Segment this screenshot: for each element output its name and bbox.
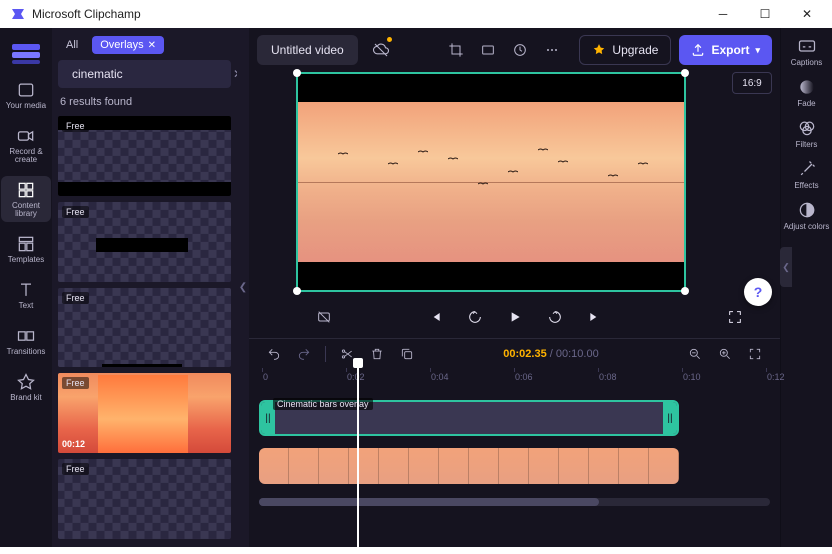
playhead[interactable] [357, 364, 359, 554]
more-options-icon[interactable] [537, 35, 567, 65]
right-sidebar: Captions Fade Filters Effects Adjust col… [780, 28, 832, 547]
window-close-button[interactable]: ✕ [786, 0, 828, 28]
video-clip[interactable] [259, 448, 679, 484]
overlay-card[interactable]: Free [58, 459, 231, 539]
nav-brand-kit[interactable]: Brand kit [1, 368, 51, 406]
content-library-panel: All Overlays ✕ ✕ 6 results found Free Fr… [52, 28, 237, 547]
right-panel-collapse[interactable]: ❮ [780, 247, 792, 287]
forward-5-button[interactable] [540, 302, 570, 332]
help-button[interactable]: ? [744, 278, 772, 306]
skip-back-button[interactable] [420, 302, 450, 332]
fit-icon[interactable] [473, 35, 503, 65]
editor-topbar: Untitled video Upgrade Export ▾ [249, 28, 780, 72]
app-home-icon[interactable] [6, 36, 46, 68]
rewind-5-button[interactable] [460, 302, 490, 332]
nav-filters[interactable]: Filters [782, 118, 832, 149]
window-title: Microsoft Clipchamp [32, 7, 141, 21]
overlay-card[interactable]: Free [58, 288, 231, 368]
editor-area: Untitled video Upgrade Export ▾ [249, 28, 780, 547]
nav-text[interactable]: Text [1, 276, 51, 314]
timecode-display: 00:02.35 / 00:10.00 [422, 348, 680, 360]
nav-templates[interactable]: Templates [1, 230, 51, 268]
nav-fade[interactable]: Fade [782, 77, 832, 108]
aspect-ratio-button[interactable]: 16:9 [732, 72, 772, 94]
pip-icon[interactable] [505, 35, 535, 65]
timeline-scrollbar[interactable] [259, 498, 770, 506]
panel-collapse-handle[interactable]: ❮ [237, 28, 249, 547]
chevron-down-icon: ▾ [755, 45, 760, 56]
delete-button[interactable] [362, 339, 392, 369]
player-controls: ? [249, 292, 780, 338]
duplicate-button[interactable] [392, 339, 422, 369]
clip-trim-right[interactable]: || [663, 402, 677, 434]
filter-tab-overlays[interactable]: Overlays ✕ [92, 36, 164, 54]
results-count: 6 results found [58, 94, 231, 110]
timeline-ruler[interactable]: 0 0:02 0:04 0:06 0:08 0:10 0:12 [249, 368, 780, 388]
nav-effects[interactable]: Effects [782, 159, 832, 190]
cloud-sync-icon[interactable] [366, 35, 396, 65]
resize-handle[interactable] [681, 69, 689, 77]
play-button[interactable] [500, 302, 530, 332]
nav-record-create[interactable]: Record & create [1, 122, 51, 168]
nav-content-library[interactable]: Content library [1, 176, 51, 222]
timeline-tracks[interactable]: Cinematic bars overlay || || [249, 388, 780, 494]
timeline-toolbar: 00:02.35 / 00:10.00 [249, 338, 780, 368]
close-icon[interactable]: ✕ [148, 40, 156, 51]
search-input-wrapper[interactable]: ✕ [58, 60, 231, 88]
project-title[interactable]: Untitled video [257, 35, 358, 65]
filter-tab-all[interactable]: All [58, 36, 86, 54]
window-maximize-button[interactable]: ☐ [744, 0, 786, 28]
no-preview-icon[interactable] [309, 302, 339, 332]
crop-icon[interactable] [441, 35, 471, 65]
window-titlebar: Microsoft Clipchamp ─ ☐ ✕ [0, 0, 832, 28]
results-list[interactable]: Free Free Free Free 00:12 Free [58, 116, 231, 539]
redo-button[interactable] [289, 339, 319, 369]
window-minimize-button[interactable]: ─ [702, 0, 744, 28]
zoom-fit-button[interactable] [740, 339, 770, 369]
left-sidebar: Your media Record & create Content libra… [0, 28, 52, 547]
overlay-card[interactable]: Free [58, 202, 231, 282]
video-preview[interactable] [296, 72, 686, 292]
undo-button[interactable] [259, 339, 289, 369]
fullscreen-button[interactable] [720, 302, 750, 332]
zoom-out-button[interactable] [680, 339, 710, 369]
nav-transitions[interactable]: Transitions [1, 322, 51, 360]
nav-your-media[interactable]: Your media [1, 76, 51, 114]
nav-captions[interactable]: Captions [782, 36, 832, 67]
nav-adjust-colors[interactable]: Adjust colors [782, 200, 832, 231]
overlay-card[interactable]: Free [58, 116, 231, 196]
skip-forward-button[interactable] [580, 302, 610, 332]
resize-handle[interactable] [293, 69, 301, 77]
zoom-in-button[interactable] [710, 339, 740, 369]
clipchamp-logo-icon [10, 6, 26, 22]
upgrade-button[interactable]: Upgrade [579, 35, 671, 65]
overlay-card[interactable]: Free 00:12 [58, 373, 231, 453]
search-input[interactable] [72, 67, 227, 81]
export-button[interactable]: Export ▾ [679, 35, 772, 65]
